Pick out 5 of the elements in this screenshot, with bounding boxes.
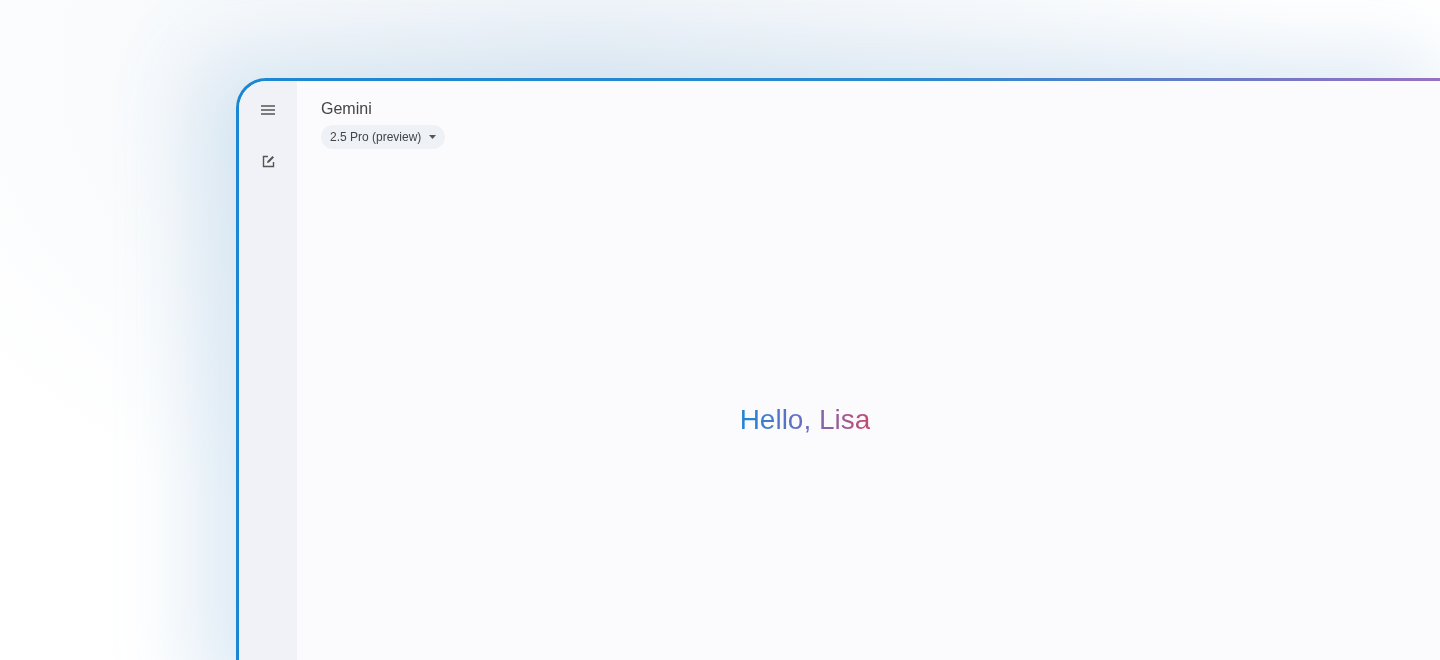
caret-icon xyxy=(429,135,437,139)
menu-icon[interactable] xyxy=(261,105,275,115)
edit-icon[interactable] xyxy=(261,155,275,168)
app-title: Gemini xyxy=(321,99,372,119)
model-selector[interactable]: 2.5 Pro (preview) xyxy=(321,125,446,149)
